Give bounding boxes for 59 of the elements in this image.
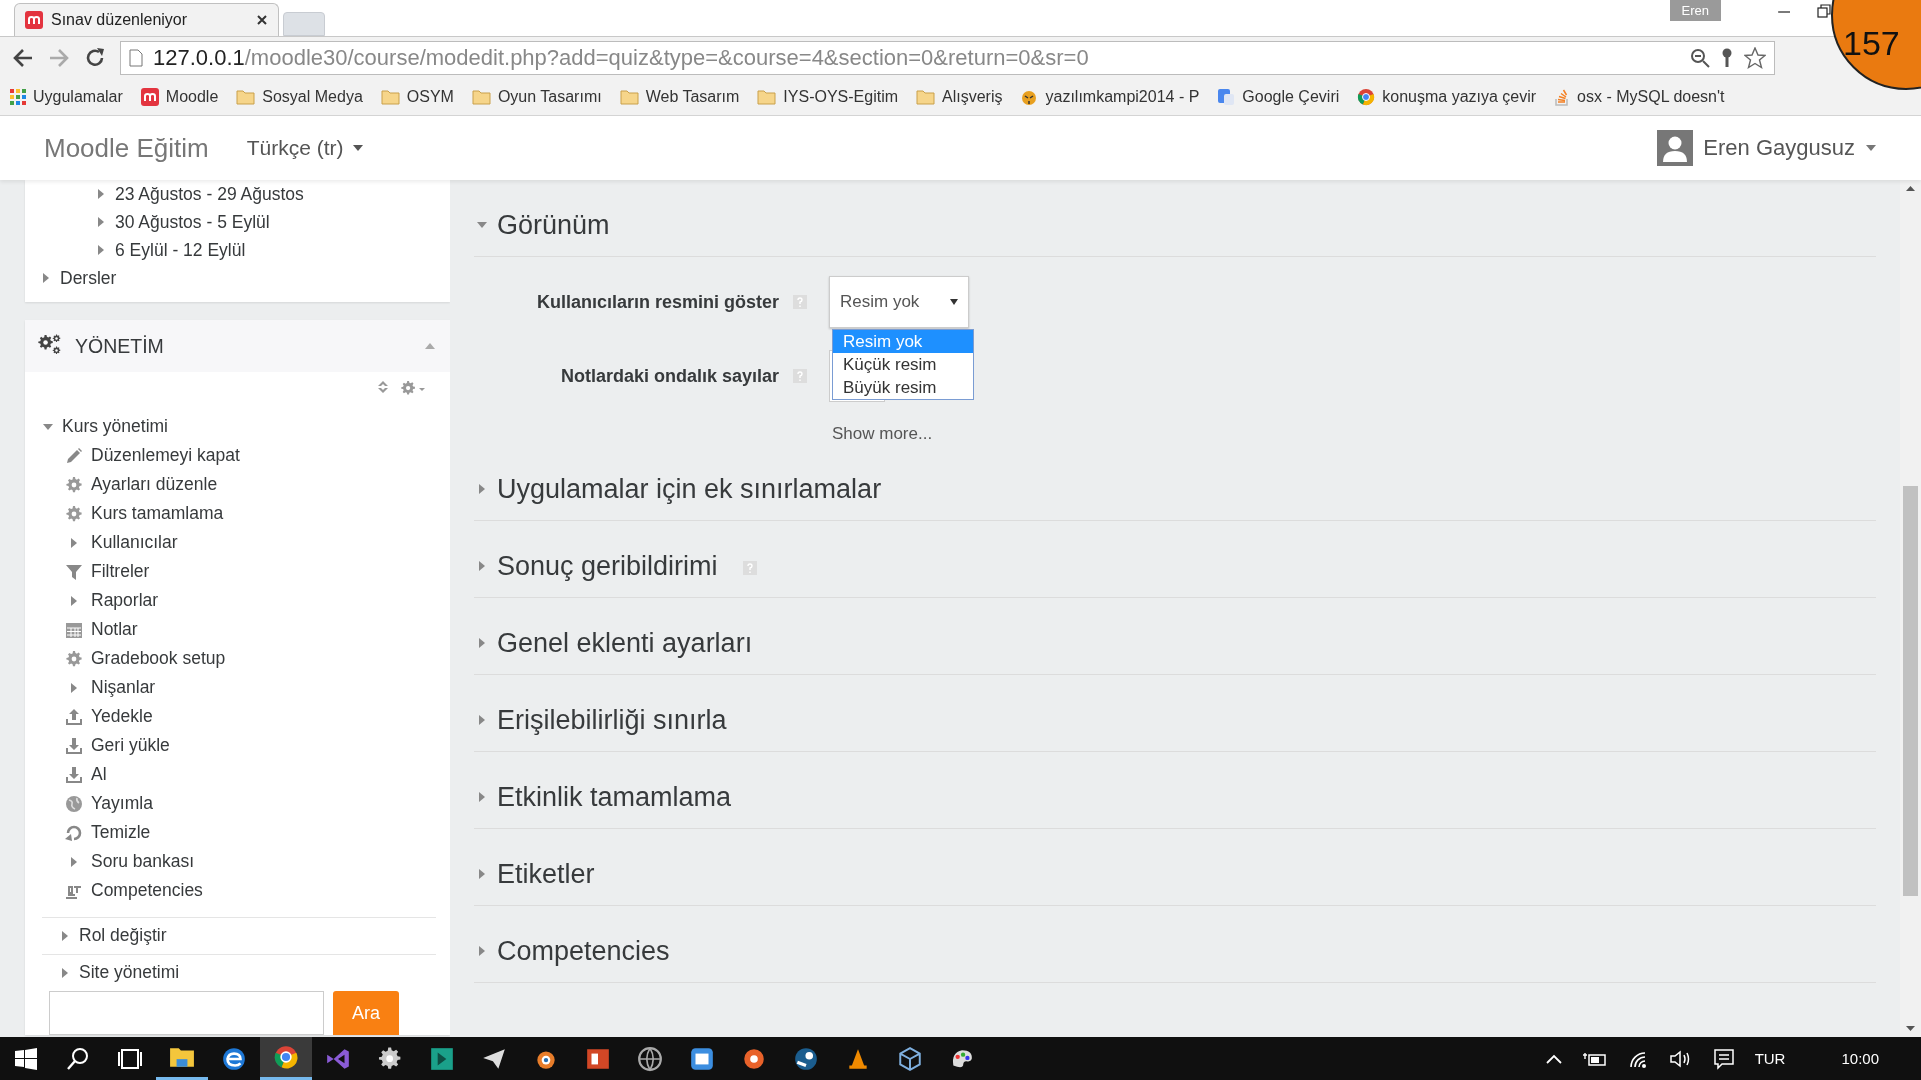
bookmark[interactable]: Sosyal Medya (236, 88, 363, 106)
bookmark[interactable]: Uygulamalar (10, 88, 123, 106)
field-label: Notlardaki ondalık sayılar (559, 365, 779, 387)
nav-tree-item[interactable]: 30 Ağustos - 5 Eylül (115, 211, 270, 233)
admin-tree-item[interactable]: Ayarları düzenle (91, 474, 218, 495)
section-heading[interactable]: Competencies (497, 935, 670, 967)
admin-tree-item[interactable]: Site yönetimi (79, 962, 180, 983)
admin-tree-item[interactable]: Düzenlemeyi kapat (91, 445, 240, 466)
language-menu[interactable]: Türkçe (tr) (246, 136, 364, 160)
browser-tab[interactable]: Sınav düzenleniyor (14, 3, 279, 36)
nav-tree-item[interactable]: 23 Ağustos - 29 Ağustos (115, 183, 304, 205)
show-more-link[interactable]: Show more... (832, 424, 1876, 444)
admin-tree-item[interactable]: Filtreler (91, 561, 150, 582)
section-heading[interactable]: Görünüm (497, 209, 610, 241)
block-title: YÖNETİM (75, 334, 164, 358)
section-heading[interactable]: Sonuç geribildirimi (497, 550, 718, 582)
field-label: Kullanıcıların resmini göster (535, 291, 779, 313)
bookmark[interactable]: yazılımkampi2014 - P (1020, 88, 1200, 106)
address-bar[interactable]: 127.0.0.1/moodle30/course/modedit.php?add=quiz&type=&course=4&section=0&return=0&sr=0 (120, 41, 1775, 75)
bookmark[interactable]: Alışveriş (916, 88, 1003, 106)
language-indicator[interactable]: TUR (1754, 1050, 1786, 1067)
bookmark[interactable]: Web Tasarım (619, 88, 740, 106)
admin-tree-item[interactable]: Geri yükle (91, 735, 170, 756)
bookmark[interactable]: Google Çeviri (1217, 88, 1340, 106)
bookmark[interactable]: OSYM (380, 88, 454, 106)
dropdown-option[interactable]: Küçük resim (833, 353, 973, 376)
section-heading[interactable]: Etkinlik tamamlama (497, 781, 732, 813)
section-heading[interactable]: Uygulamalar için ek sınırlamalar (497, 473, 882, 505)
nav-tree-item[interactable]: Dersler (60, 267, 117, 289)
admin-tree-item[interactable]: Temizle (91, 822, 151, 843)
admin-tree-item[interactable]: Al (91, 764, 107, 785)
bookmark[interactable]: konuşma yazıya çevir (1357, 88, 1537, 106)
admin-tree-item[interactable]: Kurs yönetimi (62, 416, 168, 437)
admin-tree-item[interactable]: Raporlar (91, 590, 159, 611)
admin-tree-item[interactable]: Kurs tamamlama (91, 503, 224, 524)
admin-tree-item[interactable]: Notlar (91, 619, 138, 640)
bookmark[interactable]: osx - MySQL doesn't (1554, 88, 1725, 106)
url-text: 127.0.0.1/moodle30/course/modedit.php?add=quiz&type=&course=4&section=0&return=0&sr=0 (153, 45, 1090, 71)
site-brand-link[interactable]: Moodle Eğitim (44, 132, 209, 164)
section-heading[interactable]: Erişilebilirliği sınırla (497, 704, 727, 736)
section-heading[interactable]: Genel eklenti ayarları (497, 627, 753, 659)
nav-tree-item[interactable]: 6 Eylül - 12 Eylül (115, 239, 246, 261)
admin-tree-item[interactable]: Soru bankası (91, 851, 195, 872)
counter-badge: 157 (1831, 0, 1921, 90)
dropdown-option[interactable]: Büyük resim (833, 376, 973, 399)
bookmark[interactable]: Moodle (140, 88, 219, 106)
clock[interactable]: 10:00 (1841, 1050, 1879, 1067)
select-field[interactable]: Resim yok (829, 276, 969, 328)
user-menu[interactable]: Eren Gaygusuz (1657, 130, 1877, 166)
admin-tree-item[interactable]: Yedekle (91, 706, 153, 727)
admin-tree-item[interactable]: Gradebook setup (91, 648, 226, 669)
admin-tree-item[interactable]: Kullanıcılar (91, 532, 178, 553)
bookmark[interactable]: Oyun Tasarımı (471, 88, 602, 106)
admin-tree-item[interactable]: Yayımla (91, 793, 153, 814)
section-heading[interactable]: Etiketler (497, 858, 595, 890)
bookmark[interactable]: IYS-OYS-Egitim (757, 88, 899, 106)
admin-tree-item[interactable]: Rol değiştir (79, 925, 167, 946)
admin-tree-item[interactable]: Competencies (91, 880, 203, 901)
admin-tree-item[interactable]: Nişanlar (91, 677, 156, 698)
